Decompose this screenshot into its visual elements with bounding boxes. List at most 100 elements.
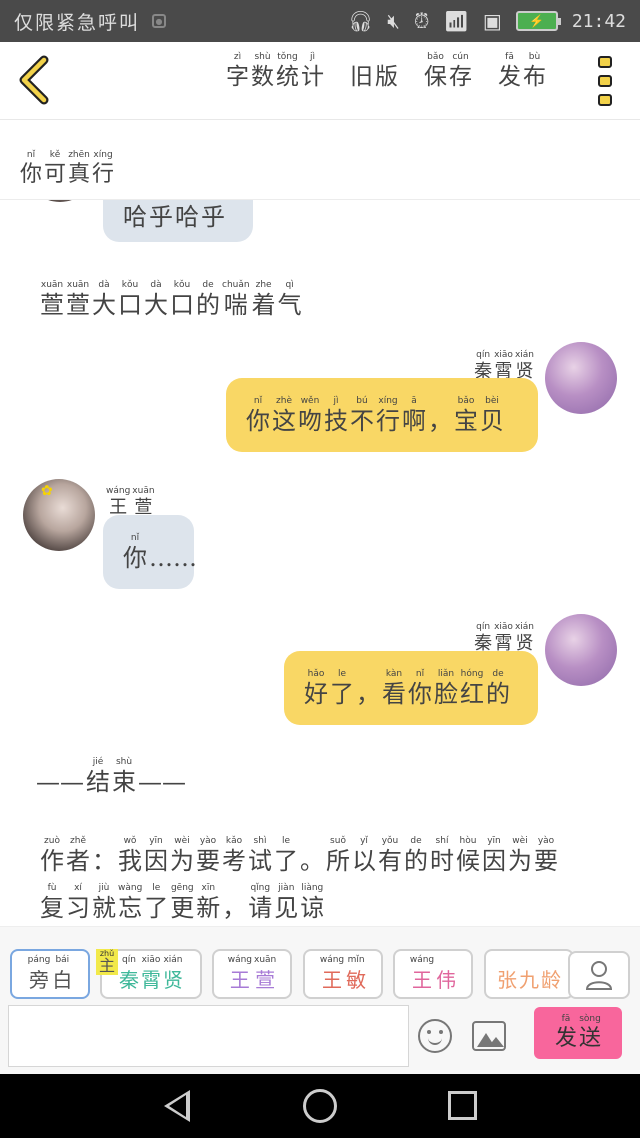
ruby-char: shí 时: [430, 836, 454, 875]
hanzi: 王: [321, 967, 342, 992]
ruby-char: kě 可: [44, 150, 66, 189]
pinyin: liǎn: [437, 668, 455, 679]
hanzi: 请: [248, 894, 273, 922]
nav-home-icon[interactable]: [303, 1089, 337, 1123]
ending-text-content: —— jié 结 shù 束 ——: [36, 757, 186, 796]
ruby-char: hǎo 好: [304, 669, 328, 708]
avatar-wang-xuan[interactable]: ✿: [23, 479, 95, 551]
hanzi: 你: [20, 162, 43, 187]
author-note[interactable]: zuò 作 zhě 者： wǒ 我 yīn 因 wèi 为 yào 要 kǎo 考 shì 试 le 了。 suǒ 所…: [40, 828, 558, 922]
pinyin: jié: [92, 757, 104, 767]
message-bubble-partial[interactable]: 哈乎哈乎: [103, 200, 253, 242]
ending-text[interactable]: —— jié 结 shù 束 ——: [36, 753, 186, 796]
word-count-button[interactable]: zì 字 shù 数 tǒng 统 jì 计: [226, 52, 324, 91]
pinyin: de: [202, 280, 214, 290]
status-bar: 仅限紧急呼叫 ● 🎧︎ 🔇︎ ⏰︎ 📶︎ ▣ ⚡ 21:42: [0, 0, 640, 42]
chevron-left-icon: [19, 55, 49, 105]
character-chip[interactable]: wáng 王伟: [393, 949, 473, 999]
pinyin: jì: [333, 395, 339, 406]
send-button[interactable]: fā 发 sòng 送: [534, 1007, 622, 1059]
hanzi: 时: [430, 847, 454, 875]
pinyin: xián: [514, 622, 534, 632]
pinyin: páng: [27, 954, 51, 965]
pinyin: jiù: [98, 883, 110, 893]
hanzi: 结: [86, 768, 110, 796]
narration-text-content: xuān 萱 xuān 萱 dà 大 kǒu 口 dà 大 kǒu 口 de 的 chuǎn 喘 zhe 着 qì 气: [40, 280, 302, 319]
hanzi: 我: [118, 847, 142, 875]
pinyin: xuān: [132, 486, 155, 496]
more-menu-button[interactable]: [598, 56, 616, 106]
ruby-char: kǒu 口: [170, 280, 194, 319]
hanzi: 大: [92, 291, 116, 319]
message-bubble-wang-xuan[interactable]: nǐ 你……: [103, 515, 197, 589]
hanzi: 试: [248, 847, 272, 875]
pinyin: de: [410, 836, 422, 846]
message-bubble-qin[interactable]: hǎo 好 le 了， kàn 看 nǐ 你 liǎn 脸 hóng 红 de 的: [284, 651, 538, 725]
menu-dot-icon: [598, 94, 612, 106]
hanzi: 王: [229, 967, 250, 992]
mute-icon: 🔇︎: [387, 9, 400, 33]
hanzi: 口: [118, 291, 142, 319]
ruby-char: kǎo 考: [222, 836, 246, 875]
character-chip[interactable]: wáng 王 mǐn 敏: [303, 949, 383, 999]
pinyin: chuǎn: [222, 280, 250, 290]
narration-text[interactable]: xuān 萱 xuān 萱 dà 大 kǒu 口 dà 大 kǒu 口 de 的 chuǎn 喘 zhe 着 qì 气: [40, 272, 302, 319]
pinyin: xián: [163, 954, 183, 965]
pinyin: zhe: [255, 280, 272, 290]
hanzi: 为: [170, 847, 194, 875]
ruby-char: jì 技: [324, 396, 348, 435]
ruby-char: mǐn 敏: [346, 955, 366, 994]
hanzi: 旧: [350, 64, 373, 90]
story-title-bar[interactable]: nǐ 你 kě 可 zhēn 真 xíng 行: [0, 120, 640, 200]
message-input[interactable]: [8, 1005, 409, 1067]
hanzi: 啊: [402, 406, 426, 435]
status-icons: 🎧︎ 🔇︎ ⏰︎ 📶︎ ▣ ⚡ 21:42: [348, 9, 626, 33]
avatar-qin[interactable]: [545, 342, 617, 414]
save-button[interactable]: bǎo 保 cún 存: [424, 52, 472, 91]
ruby-char: yào 要: [196, 836, 220, 875]
pinyin: wèi: [512, 836, 528, 846]
pinyin: le: [152, 883, 161, 893]
avatar-partial[interactable]: [24, 200, 96, 202]
nav-recent-icon[interactable]: [448, 1091, 477, 1120]
ruby-char: jié 结: [86, 757, 110, 796]
hanzi: 贤: [163, 967, 183, 992]
pinyin: le: [281, 836, 291, 846]
chat-area[interactable]: 哈乎哈乎 xuān 萱 xuān 萱 dà 大 kǒu 口 dà 大 kǒu 口 de 的 chuǎn 喘 zh…: [0, 200, 640, 926]
nav-back-icon[interactable]: [164, 1090, 190, 1122]
battery-icon: ⚡: [515, 11, 561, 31]
pinyin: qín: [122, 954, 136, 965]
avatar-qin[interactable]: [545, 614, 617, 686]
sender-name-qin: qín 秦 xiāo 霄 xián 贤: [474, 614, 534, 655]
character-manage-button[interactable]: [568, 951, 630, 999]
publish-button[interactable]: fā 发 bù 布: [498, 52, 546, 91]
ruby-char: 乎: [149, 200, 173, 231]
pinyin: nǐ: [415, 668, 425, 679]
back-button[interactable]: [14, 54, 58, 106]
ruby-char: ……: [149, 533, 197, 572]
image-button[interactable]: [472, 1021, 506, 1051]
pinyin: qì: [285, 280, 294, 290]
hanzi: 喘: [223, 291, 248, 319]
ruby-char: le 了: [330, 669, 354, 708]
emoji-button[interactable]: [418, 1019, 452, 1053]
character-chip-label: qín 秦 xiāo 霄 xián 贤: [119, 955, 183, 994]
ruby-char: liǎn 脸: [434, 669, 458, 708]
pinyin: sòng: [579, 1013, 601, 1024]
wifi-icon: 📶︎: [443, 9, 469, 33]
hanzi: 可: [44, 162, 67, 187]
hanzi: 龄: [541, 967, 561, 992]
character-chip[interactable]: 张九龄: [484, 949, 574, 999]
old-version-button[interactable]: 旧版: [350, 52, 398, 91]
message-bubble-qin[interactable]: nǐ 你 zhè 这 wěn 吻 jì 技 bú 不 xíng 行 ā 啊， bǎo 宝 bèi 贝: [226, 378, 538, 452]
ruby-char: kàn 看: [382, 669, 406, 708]
pinyin: cún: [452, 52, 469, 62]
pinyin: suǒ: [330, 836, 346, 846]
pinyin: kǒu: [173, 280, 191, 290]
character-chip[interactable]: páng 旁 bái 白: [10, 949, 90, 999]
pinyin: shí: [435, 836, 449, 846]
character-chip[interactable]: wáng 王 xuān 萱: [212, 949, 292, 999]
ruby-char: bǎo 宝: [454, 396, 478, 435]
hanzi: 伟: [436, 967, 457, 992]
alarm-icon: ⏰︎: [413, 9, 430, 33]
